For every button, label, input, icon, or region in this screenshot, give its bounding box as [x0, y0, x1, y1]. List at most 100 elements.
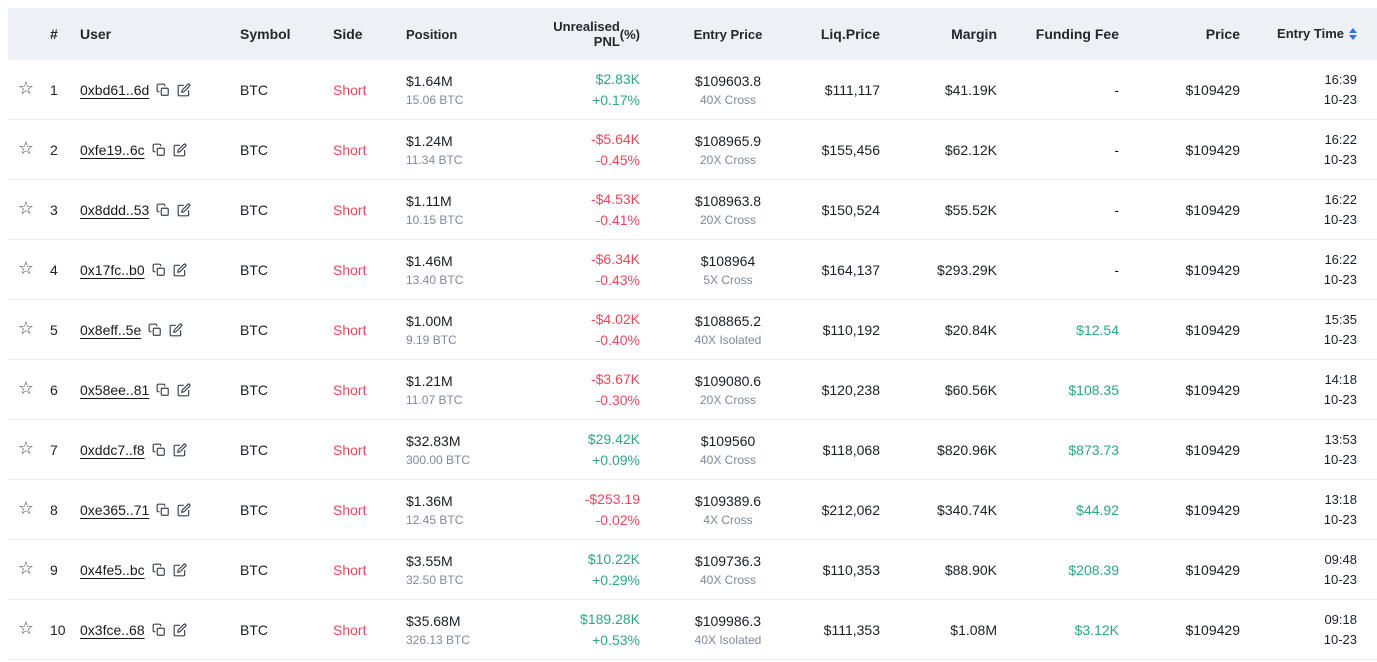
- entry-price-cell: $109986.3 40X Isolated: [656, 611, 800, 649]
- symbol: BTC: [240, 502, 330, 518]
- entry-time: 15:35: [1256, 310, 1357, 330]
- favorite-star-icon[interactable]: ☆: [18, 200, 34, 218]
- liq-price: $120,238: [800, 382, 896, 398]
- entry-price-value: $109560: [656, 431, 800, 451]
- entry-price-cell: $108963.8 20X Cross: [656, 191, 800, 229]
- favorite-star-icon[interactable]: ☆: [18, 260, 34, 278]
- favorite-cell: ☆: [8, 80, 44, 99]
- copy-icon[interactable]: [156, 83, 170, 97]
- pnl-cell: -$4.53K -0.41%: [528, 189, 656, 231]
- table-row: ☆ 10 0x3fce..68 BTC Short $35.68M 326.13…: [8, 600, 1377, 660]
- rank: 9: [44, 562, 80, 578]
- favorite-star-icon[interactable]: ☆: [18, 140, 34, 158]
- entry-time: 16:22: [1256, 250, 1357, 270]
- favorite-star-icon[interactable]: ☆: [18, 80, 34, 98]
- entry-time: 09:18: [1256, 610, 1357, 630]
- edit-icon[interactable]: [173, 143, 187, 157]
- favorite-star-icon[interactable]: ☆: [18, 620, 34, 638]
- pnl-value: $29.42K: [528, 429, 640, 450]
- price: $109429: [1135, 382, 1256, 398]
- user-address-link[interactable]: 0x3fce..68: [80, 622, 145, 638]
- copy-icon[interactable]: [156, 203, 170, 217]
- header-rank: #: [44, 26, 80, 42]
- entry-time-cell: 13:53 10-23: [1256, 430, 1377, 470]
- margin: $20.84K: [896, 322, 1013, 338]
- header-pnl-label: Unrealised PNL: [528, 19, 620, 49]
- edit-icon[interactable]: [177, 383, 191, 397]
- user-address-link[interactable]: 0xe365..71: [80, 502, 149, 518]
- user-address-link[interactable]: 0x4fe5..bc: [80, 562, 145, 578]
- position-amount: 300.00 BTC: [406, 451, 528, 469]
- side: Short: [330, 202, 398, 218]
- user-address-link[interactable]: 0x8eff..5e: [80, 322, 141, 338]
- entry-date: 10-23: [1256, 390, 1357, 410]
- leverage-mode: 40X Cross: [656, 451, 800, 469]
- pnl-value: -$4.02K: [528, 309, 640, 330]
- edit-icon[interactable]: [173, 623, 187, 637]
- entry-time: 16:22: [1256, 190, 1357, 210]
- edit-icon[interactable]: [173, 443, 187, 457]
- entry-date: 10-23: [1256, 570, 1357, 590]
- user-address-link[interactable]: 0x58ee..81: [80, 382, 149, 398]
- favorite-cell: ☆: [8, 500, 44, 519]
- entry-time-cell: 13:18 10-23: [1256, 490, 1377, 530]
- copy-icon[interactable]: [152, 263, 166, 277]
- position-value: $1.24M: [406, 131, 528, 151]
- pnl-value: $189.28K: [528, 609, 640, 630]
- copy-icon[interactable]: [148, 323, 162, 337]
- pnl-value: -$6.34K: [528, 249, 640, 270]
- user-address-link[interactable]: 0xfe19..6c: [80, 142, 145, 158]
- edit-icon[interactable]: [169, 323, 183, 337]
- header-side: Side: [330, 26, 398, 42]
- leverage-mode: 40X Isolated: [656, 331, 800, 349]
- symbol: BTC: [240, 202, 330, 218]
- copy-icon[interactable]: [152, 143, 166, 157]
- position-value: $3.55M: [406, 551, 528, 571]
- copy-icon[interactable]: [152, 443, 166, 457]
- copy-icon[interactable]: [156, 503, 170, 517]
- header-symbol: Symbol: [240, 26, 330, 42]
- favorite-star-icon[interactable]: ☆: [18, 440, 34, 458]
- user-cell: 0xe365..71: [80, 502, 240, 518]
- user-address-link[interactable]: 0x17fc..b0: [80, 262, 145, 278]
- edit-icon[interactable]: [177, 83, 191, 97]
- favorite-star-icon[interactable]: ☆: [18, 500, 34, 518]
- edit-icon[interactable]: [173, 563, 187, 577]
- user-address-link[interactable]: 0x8ddd..53: [80, 202, 149, 218]
- favorite-cell: ☆: [8, 260, 44, 279]
- copy-icon[interactable]: [152, 623, 166, 637]
- position-cell: $1.24M 11.34 BTC: [398, 131, 528, 169]
- margin: $820.96K: [896, 442, 1013, 458]
- side: Short: [330, 442, 398, 458]
- position-value: $1.00M: [406, 311, 528, 331]
- rank: 7: [44, 442, 80, 458]
- liq-price: $118,068: [800, 442, 896, 458]
- entry-price-cell: $109560 40X Cross: [656, 431, 800, 469]
- edit-icon[interactable]: [177, 503, 191, 517]
- copy-icon[interactable]: [156, 383, 170, 397]
- favorite-star-icon[interactable]: ☆: [18, 560, 34, 578]
- symbol: BTC: [240, 322, 330, 338]
- side: Short: [330, 82, 398, 98]
- rank: 2: [44, 142, 80, 158]
- header-entry-price: Entry Price: [656, 27, 800, 42]
- user-address-link[interactable]: 0xddc7..f8: [80, 442, 145, 458]
- entry-time: 16:22: [1256, 130, 1357, 150]
- entry-price-cell: $109389.6 4X Cross: [656, 491, 800, 529]
- favorite-cell: ☆: [8, 140, 44, 159]
- entry-price-cell: $108965.9 20X Cross: [656, 131, 800, 169]
- entry-price-value: $108865.2: [656, 311, 800, 331]
- pnl-cell: $10.22K +0.29%: [528, 549, 656, 591]
- header-entry-time-sort[interactable]: Entry Time: [1256, 24, 1377, 44]
- copy-icon[interactable]: [152, 563, 166, 577]
- position-cell: $3.55M 32.50 BTC: [398, 551, 528, 589]
- favorite-cell: ☆: [8, 320, 44, 339]
- user-address-link[interactable]: 0xbd61..6d: [80, 82, 149, 98]
- position-cell: $32.83M 300.00 BTC: [398, 431, 528, 469]
- user-cell: 0x8eff..5e: [80, 322, 240, 338]
- edit-icon[interactable]: [173, 263, 187, 277]
- edit-icon[interactable]: [177, 203, 191, 217]
- favorite-star-icon[interactable]: ☆: [18, 320, 34, 338]
- leverage-mode: 40X Cross: [656, 91, 800, 109]
- favorite-star-icon[interactable]: ☆: [18, 380, 34, 398]
